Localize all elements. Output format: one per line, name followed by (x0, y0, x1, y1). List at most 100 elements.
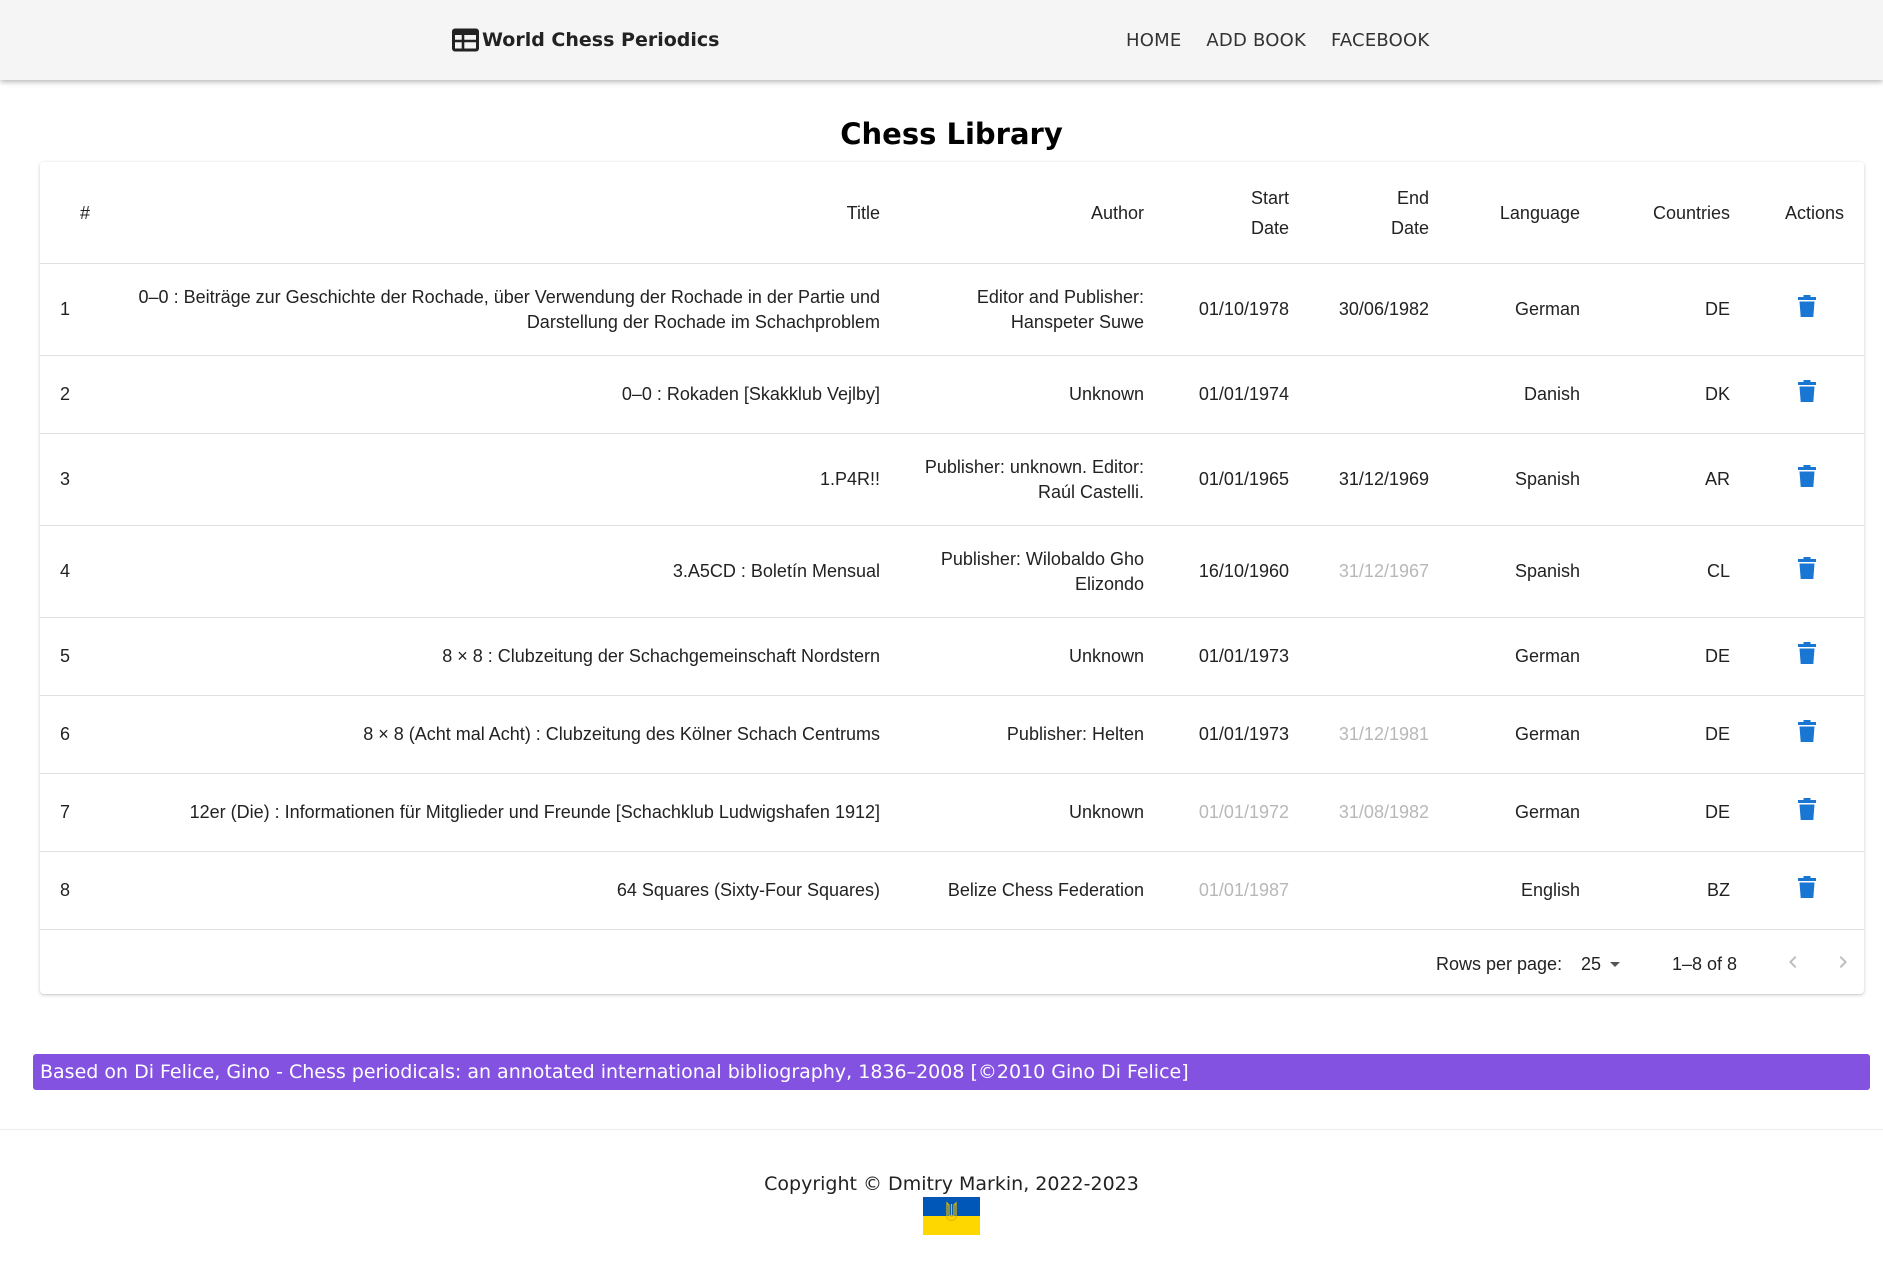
header-start-date-line-2: Date (1250, 217, 1289, 238)
row-author: Publisher: Wilobaldo Gho Elizondo (900, 525, 1164, 618)
trash-icon (1798, 557, 1816, 579)
row-language: German (1449, 695, 1600, 774)
row-title: 3.A5CD : Boletín Mensual (128, 525, 900, 618)
row-author-line-2: Elizondo (1074, 573, 1144, 594)
row-actions (1750, 525, 1864, 618)
delete-button[interactable] (1798, 465, 1816, 494)
row-title-line-2: Darstellung der Rochade im Schachproblem (526, 311, 880, 332)
row-actions (1750, 263, 1864, 356)
nav-home-link[interactable]: HOME (1126, 30, 1181, 51)
rows-per-page-select[interactable]: 25 (1581, 952, 1627, 976)
row-title: 64 Squares (Sixty-Four Squares) (128, 851, 900, 930)
header-end-date[interactable]: End Date (1309, 162, 1449, 264)
page-title: Chess Library (840, 117, 1063, 151)
calendar-view-icon (452, 28, 479, 52)
table-body: 1 0–0 : Beiträge zur Geschichte der Roch… (40, 263, 1864, 930)
row-end-date (1309, 617, 1449, 696)
delete-button[interactable] (1798, 557, 1816, 586)
delete-button[interactable] (1798, 876, 1816, 905)
table-row: 4 3.A5CD : Boletín Mensual Publisher: Wi… (40, 525, 1864, 618)
row-actions (1750, 355, 1864, 434)
row-end-date: 31/12/1969 (1309, 433, 1449, 526)
row-end-date (1309, 355, 1449, 434)
row-num: 3 (40, 433, 128, 526)
table-row: 8 64 Squares (Sixty-Four Squares) Belize… (40, 851, 1864, 930)
rows-per-page-label: Rows per page: (1436, 953, 1563, 974)
row-num: 4 (40, 525, 128, 618)
row-language: English (1449, 851, 1600, 930)
row-title-line-1: 0–0 : Beiträge zur Geschichte der Rochad… (138, 286, 880, 307)
header-actions: Actions (1750, 162, 1864, 264)
row-end-date: 31/12/1967 (1309, 525, 1449, 618)
header-countries[interactable]: Countries (1600, 162, 1750, 264)
row-start-date: 01/01/1973 (1164, 695, 1309, 774)
row-title: 12er (Die) : Informationen für Mitgliede… (128, 773, 900, 852)
row-author: Unknown (900, 617, 1164, 696)
trash-icon (1798, 380, 1816, 402)
brand[interactable]: World Chess Periodics (452, 0, 719, 80)
delete-button[interactable] (1798, 798, 1816, 827)
nav-links: HOME ADD BOOK FACEBOOK (1126, 0, 1454, 80)
header-author[interactable]: Author (900, 162, 1164, 264)
row-author: Publisher: unknown. Editor: Raúl Castelli… (900, 433, 1164, 526)
row-end-date: 31/08/1982 (1309, 773, 1449, 852)
header-num: # (40, 162, 128, 264)
row-author: Belize Chess Federation (900, 851, 1164, 930)
row-language: German (1449, 773, 1600, 852)
row-language: Danish (1449, 355, 1600, 434)
library-table-card: # Title Author Start Date End Date Languag… (40, 162, 1864, 994)
row-country: AR (1600, 433, 1750, 526)
header-end-date-line-1: End (1396, 187, 1429, 208)
row-country: DE (1600, 617, 1750, 696)
row-start-date: 01/01/1965 (1164, 433, 1309, 526)
delete-button[interactable] (1798, 642, 1816, 671)
nav-facebook-link[interactable]: FACEBOOK (1331, 30, 1429, 51)
row-num: 7 (40, 773, 128, 852)
row-actions (1750, 695, 1864, 774)
row-start-date: 01/10/1978 (1164, 263, 1309, 356)
row-country: DK (1600, 355, 1750, 434)
source-banner: Based on Di Felice, Gino - Chess periodi… (33, 1054, 1870, 1090)
row-end-date: 31/12/1981 (1309, 695, 1449, 774)
library-table: # Title Author Start Date End Date Languag… (40, 162, 1864, 930)
row-author-line-1: Publisher: Wilobaldo Gho (940, 548, 1144, 569)
row-actions (1750, 433, 1864, 526)
table-row: 6 8 × 8 (Acht mal Acht) : Clubzeitung de… (40, 695, 1864, 774)
previous-page-button[interactable] (1781, 950, 1805, 979)
caret-down-icon (1610, 962, 1621, 967)
row-end-date: 30/06/1982 (1309, 263, 1449, 356)
row-title: 1.P4R!! (128, 433, 900, 526)
row-author: Unknown (900, 355, 1164, 434)
table-row: 2 0–0 : Rokaden [Skakklub Vejlby] Unknow… (40, 355, 1864, 434)
row-start-date: 16/10/1960 (1164, 525, 1309, 618)
footer-divider (0, 1129, 1883, 1130)
row-end-date (1309, 851, 1449, 930)
header-language[interactable]: Language (1449, 162, 1600, 264)
row-start-date: 01/01/1973 (1164, 617, 1309, 696)
table-header-row: # Title Author Start Date End Date Languag… (40, 162, 1864, 264)
row-country: CL (1600, 525, 1750, 618)
next-page-button[interactable] (1831, 950, 1855, 979)
table-row: 1 0–0 : Beiträge zur Geschichte der Roch… (40, 263, 1864, 356)
row-author-line-1: Publisher: unknown. Editor: (924, 456, 1144, 477)
row-title: 8 × 8 (Acht mal Acht) : Clubzeitung des … (128, 695, 900, 774)
delete-button[interactable] (1798, 380, 1816, 409)
row-author: Unknown (900, 773, 1164, 852)
delete-button[interactable] (1798, 295, 1816, 324)
chevron-left-icon (1789, 955, 1797, 968)
row-title: 0–0 : Rokaden [Skakklub Vejlby] (128, 355, 900, 434)
delete-button[interactable] (1798, 720, 1816, 749)
header-start-date[interactable]: Start Date (1164, 162, 1309, 264)
rows-per-page-value: 25 (1581, 953, 1602, 974)
trash-icon (1798, 465, 1816, 487)
nav-add-book-link[interactable]: ADD BOOK (1206, 30, 1306, 51)
table-row: 3 1.P4R!! Publisher: unknown. Editor: Raú… (40, 433, 1864, 526)
row-num: 5 (40, 617, 128, 696)
chevron-right-icon (1839, 955, 1847, 968)
trash-icon (1798, 876, 1816, 898)
ukraine-flag-icon (923, 1197, 980, 1235)
row-actions (1750, 773, 1864, 852)
row-title: 8 × 8 : Clubzeitung der Schachgemeinscha… (128, 617, 900, 696)
header-title[interactable]: Title (128, 162, 900, 264)
table-row: 7 12er (Die) : Informationen für Mitglie… (40, 773, 1864, 852)
